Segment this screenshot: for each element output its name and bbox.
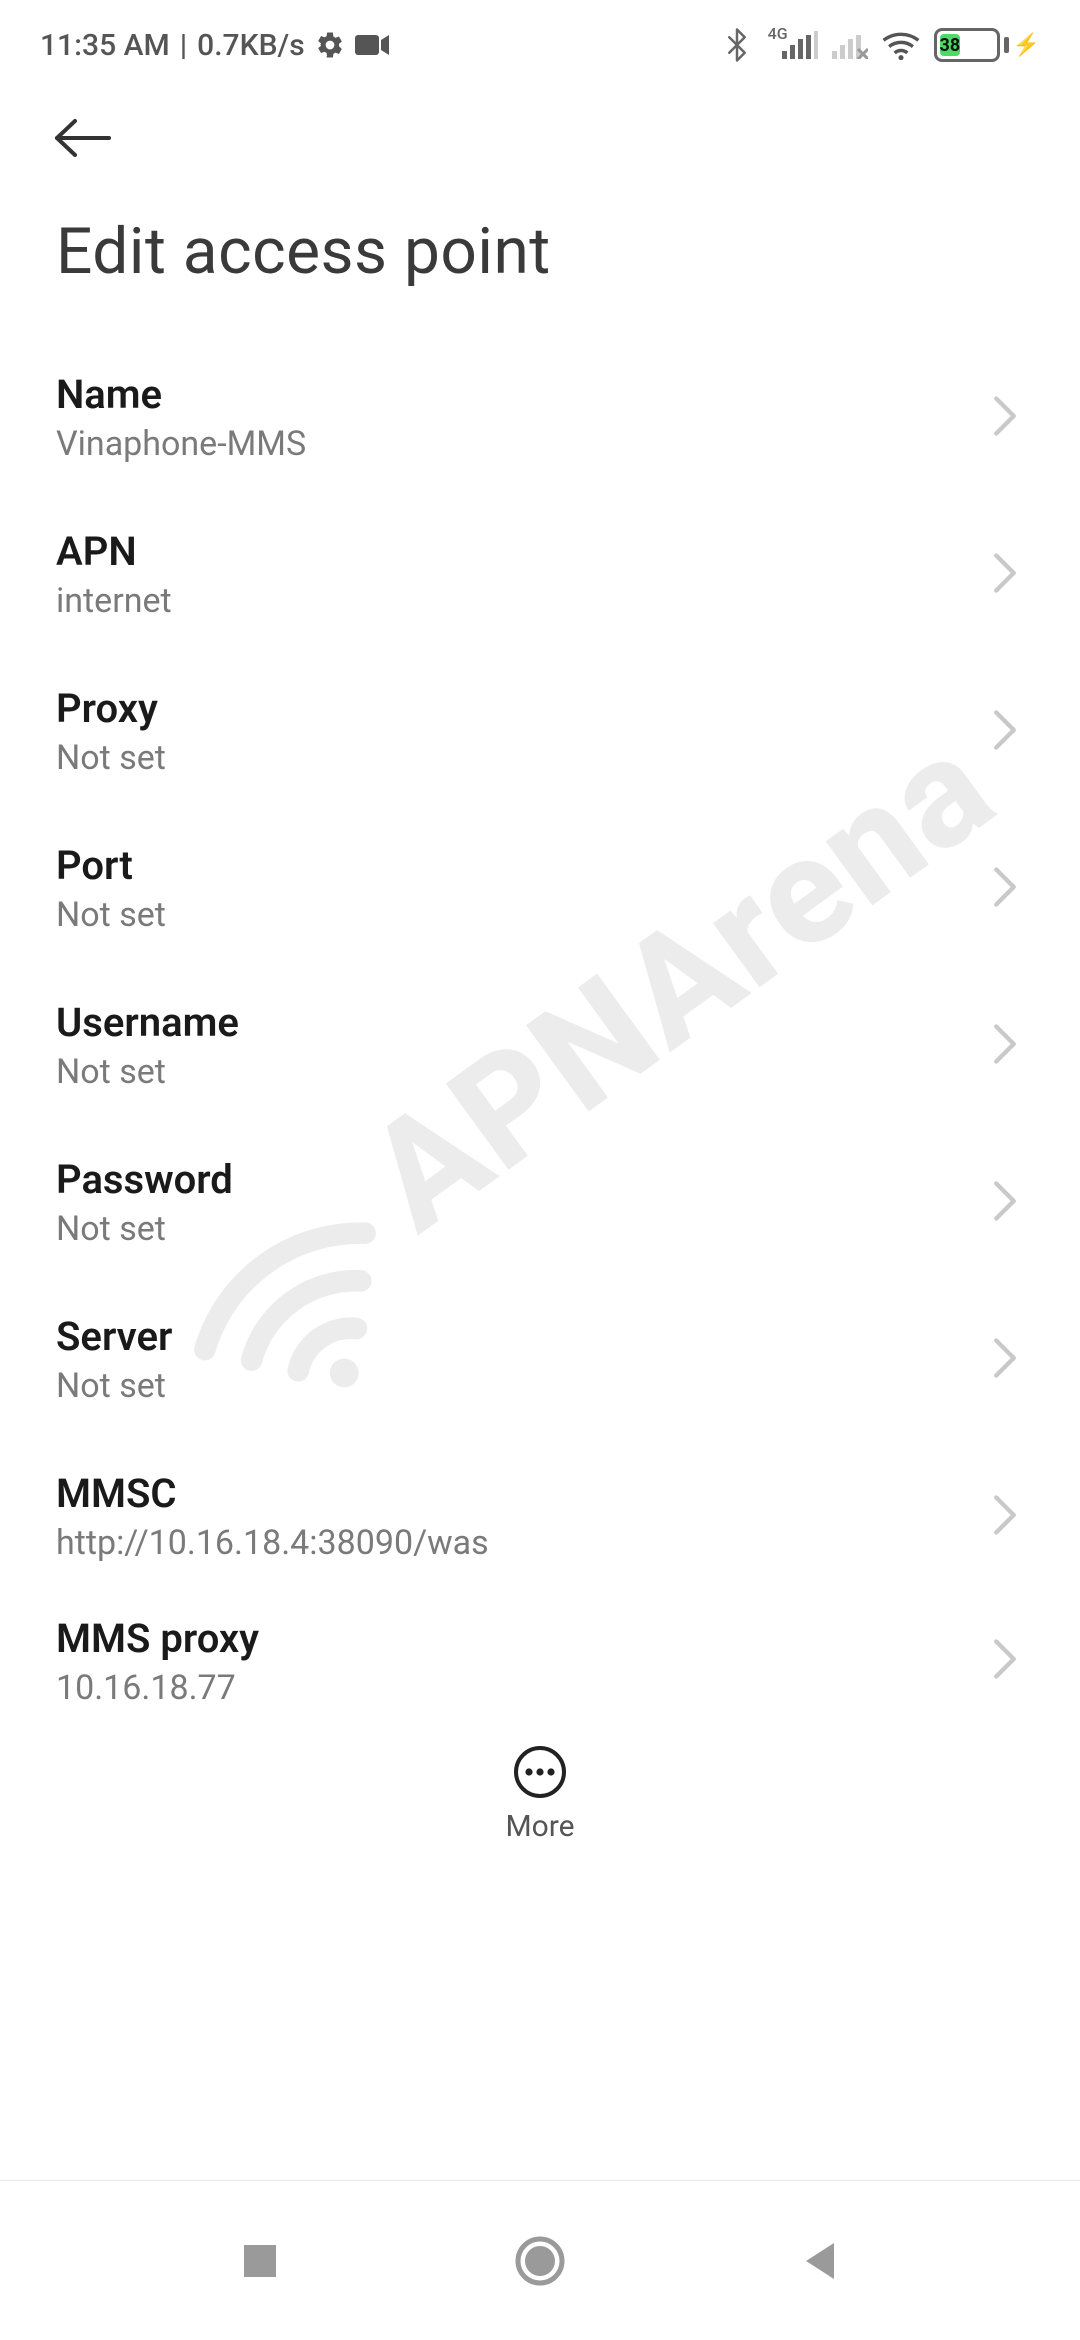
settings-list: Name Vinaphone-MMS APN internet Proxy No… (0, 329, 1080, 1727)
wifi-icon (882, 30, 920, 60)
nav-home-button[interactable] (490, 2211, 590, 2311)
system-nav-bar (0, 2180, 1080, 2340)
chevron-right-icon (992, 1180, 1018, 1226)
row-apn-label: APN (56, 528, 172, 575)
row-server-value: Not set (56, 1366, 172, 1406)
chevron-right-icon (992, 552, 1018, 598)
bottom-action-bar: More (0, 1727, 1080, 1844)
circle-icon (514, 2235, 566, 2287)
status-bar: 11:35 AM | 0.7KB/s 4G 38 ⚡ (0, 0, 1080, 72)
row-port-value: Not set (56, 895, 166, 935)
row-mms-proxy-label: MMS proxy (56, 1615, 259, 1662)
battery-indicator: 38 ⚡ (934, 28, 1040, 62)
chevron-right-icon (992, 1494, 1018, 1540)
row-apn-value: internet (56, 581, 172, 621)
nav-recents-button[interactable] (210, 2211, 310, 2311)
row-proxy-label: Proxy (56, 685, 166, 732)
row-name[interactable]: Name Vinaphone-MMS (56, 339, 1060, 496)
row-username-label: Username (56, 999, 239, 1046)
charging-icon: ⚡ (1013, 33, 1040, 58)
back-button[interactable] (46, 102, 118, 174)
row-proxy-value: Not set (56, 738, 166, 778)
row-server[interactable]: Server Not set (56, 1281, 1060, 1438)
status-right: 4G 38 ⚡ (726, 28, 1040, 62)
row-mms-proxy[interactable]: MMS proxy 10.16.18.77 (56, 1595, 1060, 1727)
row-proxy[interactable]: Proxy Not set (56, 653, 1060, 810)
gear-icon (315, 30, 345, 60)
row-mmsc-value: http://10.16.18.4:38090/was (56, 1523, 489, 1563)
status-net-speed: 0.7KB/s (197, 28, 304, 63)
chevron-right-icon (992, 1023, 1018, 1069)
row-name-value: Vinaphone-MMS (56, 424, 306, 464)
video-camera-icon (355, 33, 389, 57)
row-mmsc-label: MMSC (56, 1470, 489, 1517)
row-username-value: Not set (56, 1052, 239, 1092)
status-separator: | (180, 28, 187, 63)
row-name-label: Name (56, 371, 306, 418)
row-server-label: Server (56, 1313, 172, 1360)
chevron-right-icon (992, 395, 1018, 441)
signal-sim2-icon (832, 31, 868, 59)
row-port-label: Port (56, 842, 166, 889)
bluetooth-icon (726, 28, 748, 62)
row-port[interactable]: Port Not set (56, 810, 1060, 967)
signal-sim1-icon: 4G (762, 31, 818, 59)
page-title: Edit access point (0, 184, 1080, 329)
status-left: 11:35 AM | 0.7KB/s (40, 28, 389, 63)
triangle-left-icon (800, 2239, 840, 2283)
chevron-right-icon (992, 1337, 1018, 1383)
more-button[interactable]: More (505, 1745, 574, 1844)
nav-back-button[interactable] (770, 2211, 870, 2311)
row-password[interactable]: Password Not set (56, 1124, 1060, 1281)
row-apn[interactable]: APN internet (56, 496, 1060, 653)
row-username[interactable]: Username Not set (56, 967, 1060, 1124)
chevron-right-icon (992, 1638, 1018, 1684)
chevron-right-icon (992, 866, 1018, 912)
more-label: More (505, 1809, 574, 1844)
square-icon (240, 2241, 280, 2281)
battery-percent: 38 (940, 34, 961, 56)
row-password-value: Not set (56, 1209, 233, 1249)
status-time: 11:35 AM (40, 28, 170, 63)
row-mms-proxy-value: 10.16.18.77 (56, 1668, 259, 1708)
arrow-left-icon (51, 117, 113, 159)
app-bar (0, 72, 1080, 184)
row-password-label: Password (56, 1156, 233, 1203)
row-mmsc[interactable]: MMSC http://10.16.18.4:38090/was (56, 1438, 1060, 1595)
more-ellipsis-icon (513, 1745, 567, 1799)
signal-4g-label: 4G (768, 24, 788, 43)
chevron-right-icon (992, 709, 1018, 755)
